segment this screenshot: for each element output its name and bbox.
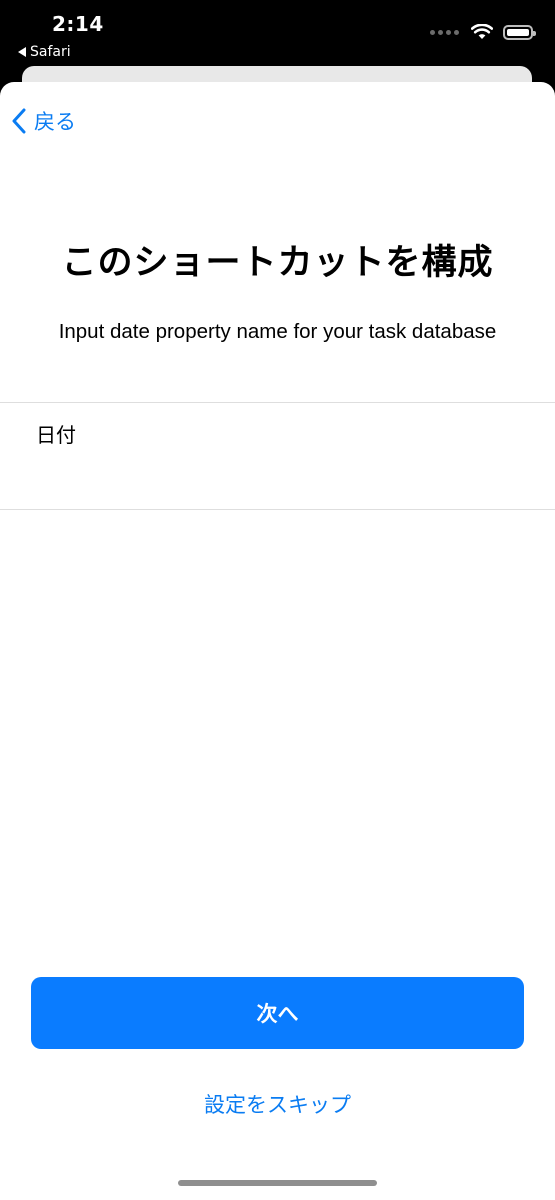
back-app-label: Safari: [30, 44, 71, 60]
wifi-icon: [471, 24, 493, 39]
back-label: 戻る: [34, 110, 76, 134]
chevron-left-icon: [12, 108, 26, 134]
page-subtitle: Input date property name for your task d…: [58, 320, 497, 343]
status-icons: [430, 24, 536, 40]
home-indicator[interactable]: [178, 1180, 377, 1186]
skip-setup-link[interactable]: 設定をスキップ: [0, 1089, 555, 1119]
back-button[interactable]: 戻る: [12, 106, 76, 136]
configure-shortcut-sheet: 戻る このショートカットを構成 Input date property name…: [0, 82, 555, 1200]
next-button[interactable]: 次へ: [31, 977, 524, 1049]
property-name-field: [0, 402, 555, 510]
status-bar: 2:14 Safari: [0, 0, 555, 66]
field-bottom-divider: [0, 509, 555, 510]
page-title: このショートカットを構成: [61, 243, 494, 283]
date-property-input[interactable]: [36, 416, 526, 450]
field-top-divider: [0, 402, 555, 403]
status-time: 2:14: [52, 12, 104, 36]
battery-icon: [503, 24, 536, 40]
back-triangle-icon: [18, 47, 26, 57]
back-to-app-link[interactable]: Safari: [18, 44, 71, 60]
cellular-dots-icon: [430, 29, 459, 35]
